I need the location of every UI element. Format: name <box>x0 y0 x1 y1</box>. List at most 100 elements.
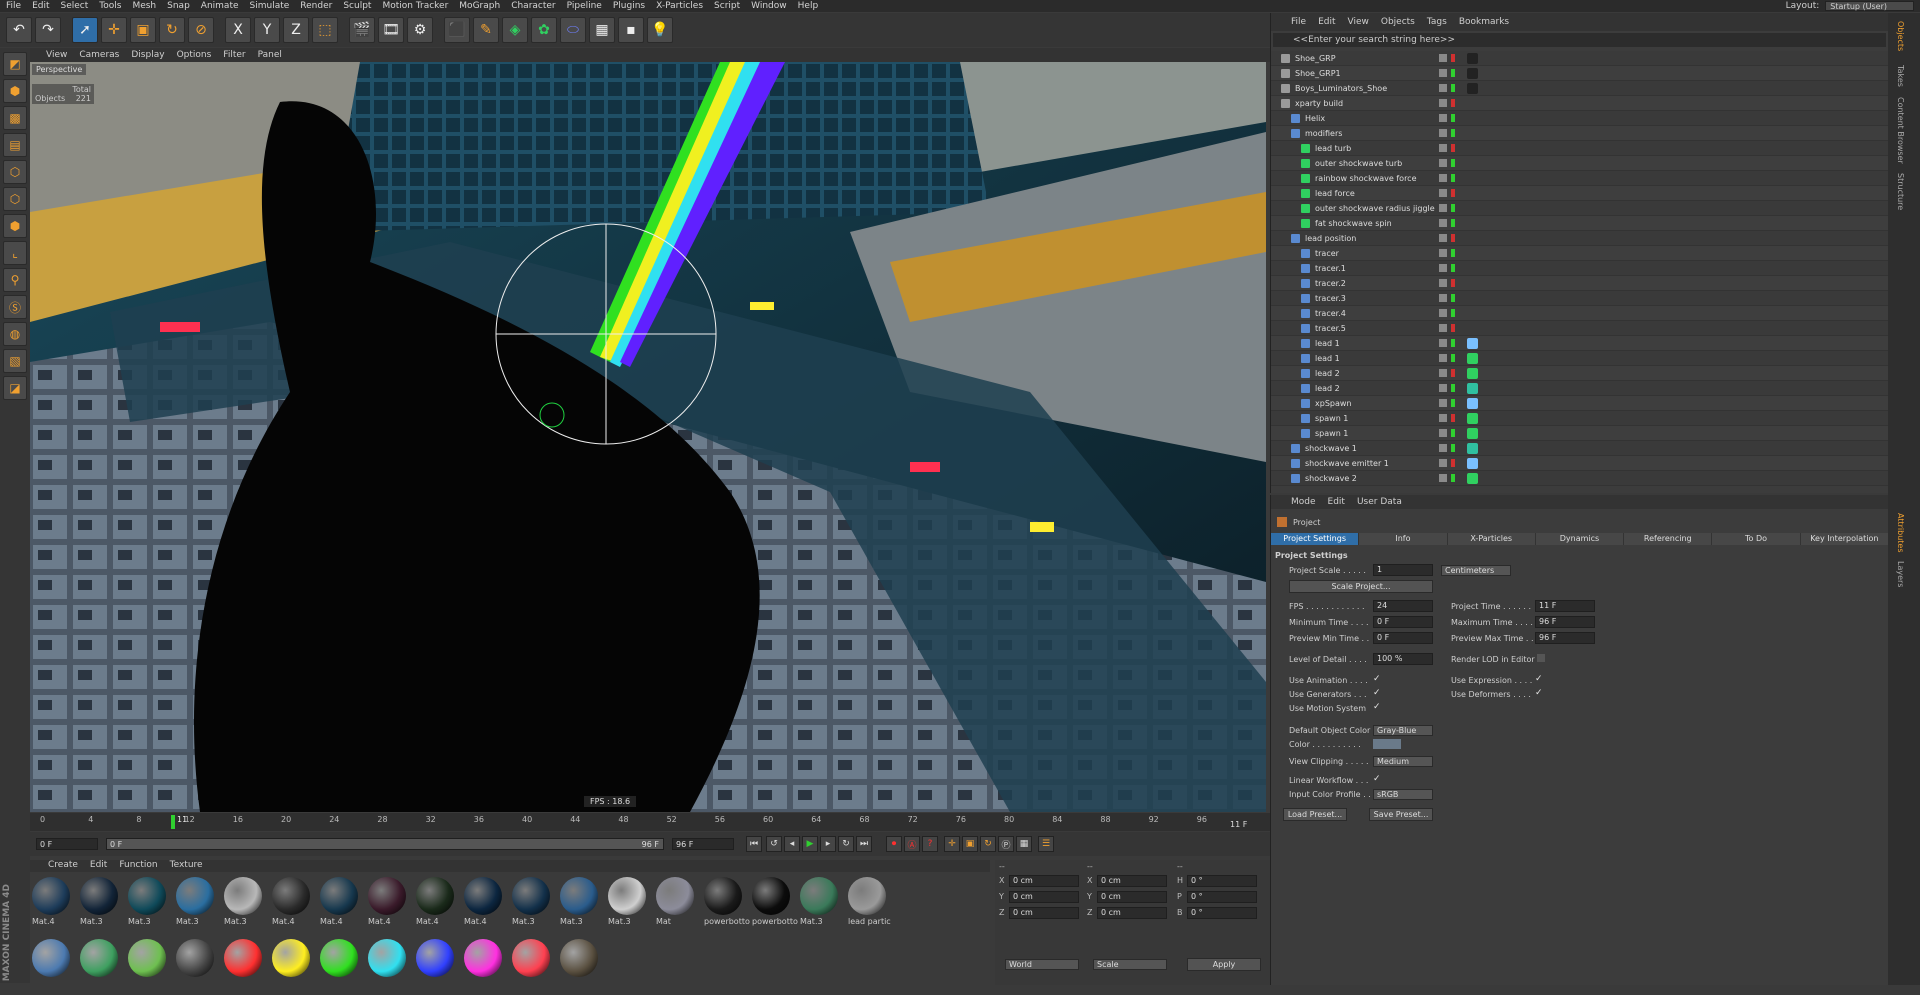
material-swatch[interactable] <box>848 877 886 915</box>
max-time-field[interactable]: 96 F <box>1535 616 1595 628</box>
key-position-icon[interactable]: ✛ <box>944 836 960 852</box>
menu-render[interactable]: Render <box>300 1 332 11</box>
visibility-dot[interactable] <box>1451 324 1455 332</box>
layer-checkbox[interactable] <box>1439 369 1447 377</box>
object-tag-icon[interactable] <box>1467 338 1478 349</box>
side-tab-content-browser[interactable]: Content Browser <box>1896 97 1905 164</box>
timeline-playhead[interactable] <box>171 815 175 829</box>
menu-animate[interactable]: Animate <box>201 1 239 11</box>
menu-simulate[interactable]: Simulate <box>250 1 290 11</box>
pen-icon[interactable]: ✎ <box>473 17 499 43</box>
layer-checkbox[interactable] <box>1439 414 1447 422</box>
perspective-viewport[interactable]: Perspective Total Objects 221 <box>30 62 1266 812</box>
menu-mograph[interactable]: MoGraph <box>459 1 500 11</box>
scale-dropdown[interactable]: Scale <box>1093 959 1167 970</box>
material-swatch[interactable] <box>176 877 214 915</box>
render-lod-checkbox[interactable] <box>1537 654 1545 662</box>
object-row[interactable]: modifiers <box>1271 126 1889 141</box>
layer-checkbox[interactable] <box>1439 84 1447 92</box>
axis-x-button[interactable]: X <box>225 17 251 43</box>
menu-x-particles[interactable]: X-Particles <box>656 1 703 11</box>
coord-field[interactable]: 0 cm <box>1097 907 1167 919</box>
attr-menu-mode[interactable]: Mode <box>1291 497 1316 507</box>
visibility-dot[interactable] <box>1451 174 1455 182</box>
layer-checkbox[interactable] <box>1439 159 1447 167</box>
move-tool-icon[interactable]: ✛ <box>101 17 127 43</box>
material-swatch[interactable] <box>320 877 358 915</box>
project-scale-field[interactable]: 1 <box>1373 564 1433 576</box>
object-tag-icon[interactable] <box>1467 68 1478 79</box>
visibility-dot[interactable] <box>1451 384 1455 392</box>
visibility-dot[interactable] <box>1451 474 1455 482</box>
layer-checkbox[interactable] <box>1439 249 1447 257</box>
camera-icon[interactable]: ▪ <box>618 17 644 43</box>
tab-referencing[interactable]: Referencing <box>1624 533 1713 545</box>
linear-workflow-checkbox[interactable]: ✓ <box>1373 774 1381 784</box>
layer-checkbox[interactable] <box>1439 294 1447 302</box>
layer-checkbox[interactable] <box>1439 234 1447 242</box>
material-swatch[interactable] <box>272 939 310 977</box>
layout-dropdown[interactable]: Startup (User) <box>1825 1 1914 11</box>
default-color-dropdown[interactable]: Gray-Blue <box>1373 725 1433 736</box>
key-pla-icon[interactable]: ▦ <box>1016 836 1032 852</box>
texture-mode-icon[interactable]: ▩ <box>3 106 27 130</box>
material-swatch[interactable] <box>416 877 454 915</box>
coord-field[interactable]: 0 ° <box>1187 891 1257 903</box>
object-tag-icon[interactable] <box>1467 383 1478 394</box>
material-swatch[interactable] <box>32 877 70 915</box>
viewport-menu-options[interactable]: Options <box>177 50 212 60</box>
visibility-dot[interactable] <box>1451 429 1455 437</box>
material-swatch[interactable] <box>320 939 358 977</box>
play-icon[interactable]: ▶ <box>802 836 818 852</box>
side-tab-attributes[interactable]: Attributes <box>1896 513 1905 553</box>
material-menu-function[interactable]: Function <box>119 860 157 872</box>
menu-character[interactable]: Character <box>511 1 555 11</box>
select-tool-icon[interactable]: ➚ <box>72 17 98 43</box>
object-row[interactable]: outer shockwave radius jiggle <box>1271 201 1889 216</box>
visibility-dot[interactable] <box>1451 414 1455 422</box>
attr-menu-edit[interactable]: Edit <box>1328 497 1345 507</box>
prev-key-icon[interactable]: ↺ <box>766 836 782 852</box>
visibility-dot[interactable] <box>1451 234 1455 242</box>
visibility-dot[interactable] <box>1451 309 1455 317</box>
prev-frame-icon[interactable]: ◂ <box>784 836 800 852</box>
object-row[interactable]: tracer <box>1271 246 1889 261</box>
material-swatch[interactable] <box>80 939 118 977</box>
lod-field[interactable]: 100 % <box>1373 653 1433 665</box>
material-menu-texture[interactable]: Texture <box>170 860 203 872</box>
layer-checkbox[interactable] <box>1439 189 1447 197</box>
make-editable-icon[interactable]: ◩ <box>3 52 27 76</box>
record-icon[interactable]: ⏺ <box>886 836 902 852</box>
visibility-dot[interactable] <box>1451 54 1455 62</box>
object-row[interactable]: Helix <box>1271 111 1889 126</box>
use-motion-checkbox[interactable]: ✓ <box>1373 702 1381 712</box>
object-tag-icon[interactable] <box>1467 353 1478 364</box>
recent-tool-icon[interactable]: ⊘ <box>188 17 214 43</box>
viewport-menu-view[interactable]: View <box>46 50 67 60</box>
tab-key-interpolation[interactable]: Key Interpolation <box>1800 533 1889 545</box>
visibility-dot[interactable] <box>1451 204 1455 212</box>
visibility-dot[interactable] <box>1451 459 1455 467</box>
tab-todo[interactable]: To Do <box>1712 533 1801 545</box>
visibility-dot[interactable] <box>1451 249 1455 257</box>
om-menu-bookmarks[interactable]: Bookmarks <box>1459 17 1509 27</box>
coord-field[interactable]: 0 cm <box>1097 891 1167 903</box>
coord-field[interactable]: 0 ° <box>1187 907 1257 919</box>
object-search-input[interactable]: <<Enter your search string here>> <box>1273 33 1886 47</box>
visibility-dot[interactable] <box>1451 129 1455 137</box>
key-param-icon[interactable]: Ⓟ <box>998 836 1014 852</box>
layer-checkbox[interactable] <box>1439 114 1447 122</box>
layer-checkbox[interactable] <box>1439 474 1447 482</box>
layout-selector[interactable]: Layout: Startup (User) <box>1786 0 1914 12</box>
object-row[interactable]: tracer.4 <box>1271 306 1889 321</box>
menu-pipeline[interactable]: Pipeline <box>567 1 602 11</box>
scale-project-button[interactable]: Scale Project... <box>1289 580 1433 593</box>
tab-project-settings[interactable]: Project Settings <box>1271 533 1360 545</box>
material-swatch[interactable] <box>416 939 454 977</box>
object-row[interactable]: Boys_Luminators_Shoe <box>1271 81 1889 96</box>
material-swatch[interactable] <box>80 877 118 915</box>
menu-sculpt[interactable]: Sculpt <box>343 1 371 11</box>
key-scale-icon[interactable]: ▣ <box>962 836 978 852</box>
menu-snap[interactable]: Snap <box>167 1 190 11</box>
material-menu-edit[interactable]: Edit <box>90 860 107 872</box>
